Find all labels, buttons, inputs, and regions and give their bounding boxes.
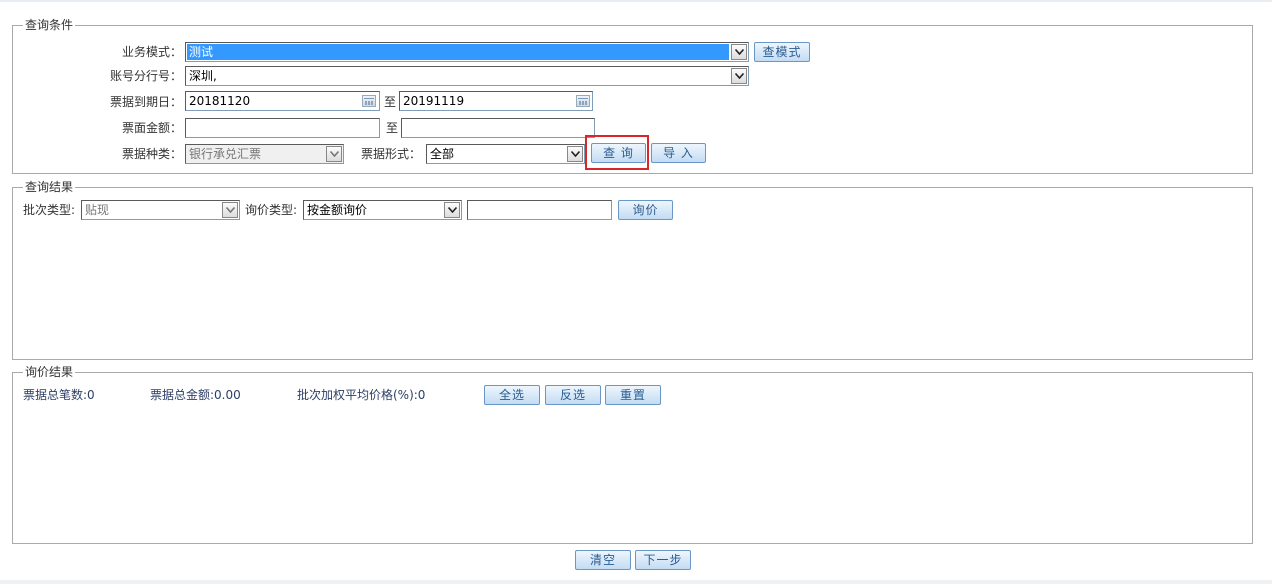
due-date-from-input[interactable]: 20181120 (185, 91, 380, 111)
face-amount-from-input[interactable] (185, 118, 380, 138)
query-button[interactable]: 查 询 (591, 143, 646, 163)
account-branch-select[interactable]: 深圳, (185, 66, 749, 86)
batch-type-label: 批次类型: (23, 203, 76, 217)
top-divider (0, 0, 1272, 2)
business-mode-label: 业务模式： (121, 45, 182, 59)
batch-type-select[interactable]: 贴现 (81, 200, 240, 220)
chevron-down-icon[interactable] (326, 146, 342, 162)
face-amount-to-label: 至 (386, 121, 399, 135)
due-date-to-input[interactable]: 20191119 (399, 91, 593, 111)
bill-form-label: 票据形式： (361, 147, 422, 161)
invert-selection-button[interactable]: 反选 (545, 385, 601, 405)
query-conditions-legend: 查询条件 (23, 18, 76, 32)
inquiry-type-value: 按金额询价 (307, 203, 368, 217)
inquiry-button[interactable]: 询价 (618, 200, 673, 220)
chevron-down-icon[interactable] (731, 68, 747, 84)
import-button[interactable]: 导 入 (651, 143, 706, 163)
bill-type-value: 银行承兑汇票 (189, 147, 262, 161)
select-all-button[interactable]: 全选 (484, 385, 540, 405)
calendar-icon[interactable] (576, 95, 590, 107)
bill-form-value: 全部 (430, 147, 455, 161)
bill-type-label: 票据种类： (121, 147, 182, 161)
chevron-down-icon[interactable] (567, 146, 583, 162)
chevron-down-icon[interactable] (731, 44, 747, 60)
account-branch-label: 账号分行号： (109, 69, 182, 83)
account-branch-value: 深圳, (189, 69, 217, 83)
inquiry-results-legend: 询价结果 (23, 365, 76, 379)
total-amount-text: 票据总金额:0.00 (150, 388, 241, 402)
query-results-legend: 查询结果 (23, 180, 76, 194)
inquiry-type-label: 询价类型: (245, 203, 298, 217)
clear-button[interactable]: 清空 (575, 550, 631, 570)
bottom-divider (0, 580, 1272, 584)
next-step-button[interactable]: 下一步 (635, 550, 691, 570)
face-amount-to-input[interactable] (401, 118, 595, 138)
chevron-down-icon[interactable] (222, 202, 238, 218)
reset-button[interactable]: 重置 (605, 385, 661, 405)
bill-type-select[interactable]: 银行承兑汇票 (185, 144, 344, 164)
calendar-icon[interactable] (362, 95, 376, 107)
face-amount-label: 票面金额： (121, 121, 182, 135)
check-mode-button[interactable]: 查模式 (754, 42, 810, 62)
total-count-text: 票据总笔数:0 (23, 388, 95, 402)
business-mode-select[interactable]: 测试 (185, 42, 749, 62)
weighted-average-text: 批次加权平均价格(%):0 (297, 388, 426, 402)
batch-type-value: 贴现 (85, 203, 110, 217)
inquiry-type-select[interactable]: 按金额询价 (303, 200, 462, 220)
chevron-down-icon[interactable] (444, 202, 460, 218)
bill-form-select[interactable]: 全部 (426, 144, 585, 164)
business-mode-value: 测试 (187, 44, 729, 60)
inquiry-input[interactable] (467, 200, 612, 220)
due-date-label: 票据到期日： (109, 95, 182, 109)
due-date-to-label: 至 (384, 95, 397, 109)
